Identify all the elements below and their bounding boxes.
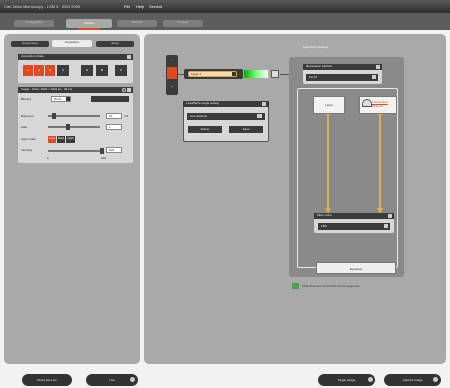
intensity-max: 100 <box>101 156 107 160</box>
settings-icon[interactable] <box>127 88 131 92</box>
detector-icon <box>362 99 372 107</box>
active-tab-indicator <box>78 28 100 30</box>
spectrum-settings-icon[interactable] <box>271 70 279 78</box>
path-up-button[interactable]: − <box>169 58 175 64</box>
preset-dropdown-icon[interactable] <box>257 114 262 118</box>
light-mode-med[interactable]: Med <box>57 136 65 143</box>
gain-slider-track[interactable] <box>48 126 100 128</box>
left-panel <box>4 34 140 364</box>
load-store-title: Load/Store single setting <box>183 101 269 107</box>
menu-service[interactable]: Service <box>149 4 162 9</box>
gain-slider-thumb[interactable] <box>66 124 70 130</box>
intensity-slider-thumb[interactable] <box>100 148 104 154</box>
exposure-field[interactable]: 10 <box>106 113 122 119</box>
note-indicator <box>292 283 299 289</box>
window-title: Carl Zeiss Microscopy - LSM 5 · ZEN 2009 <box>4 4 81 9</box>
light-mode-low[interactable]: Low <box>48 136 56 143</box>
acq-mode-btn-2[interactable]: 2 <box>34 65 44 76</box>
load-store-menu-icon[interactable] <box>262 102 266 106</box>
image-title: Image · Scan: 1024 × 1024 px · 39 ms <box>18 87 133 93</box>
left-tab-experiment[interactable]: Experiment <box>11 41 49 47</box>
light-mode-label: Light mode <box>21 137 36 141</box>
intensity-slider-track[interactable] <box>48 150 100 152</box>
tab-acquire[interactable]: Acquire <box>66 19 112 28</box>
light-mode-high[interactable]: High <box>66 136 75 143</box>
gain-field[interactable]: 1 <box>106 124 122 130</box>
source-dropdown-icon[interactable] <box>232 72 236 76</box>
illumination-dropdown-icon[interactable] <box>372 75 376 79</box>
left-tab-setup[interactable]: Setup <box>96 41 134 47</box>
acq-mode-btn-1[interactable]: 1 <box>23 65 33 76</box>
lamp-button[interactable]: Lamp <box>313 96 345 114</box>
acq-mode-menu-icon[interactable] <box>127 55 131 59</box>
gain-label: Gain <box>21 125 28 129</box>
path-down-button[interactable]: + <box>169 84 175 90</box>
binning-dropdown-icon[interactable] <box>66 97 70 101</box>
acq-mode-btn-c[interactable]: C <box>115 65 127 76</box>
eyepiece-button[interactable]: Eyepiece <box>316 262 396 274</box>
acq-mode-btn-4[interactable]: 4 <box>57 65 69 76</box>
single-image-button[interactable]: Single Image <box>318 374 375 386</box>
filter-select[interactable]: FBS <box>318 223 390 230</box>
acq-mode-btn-a[interactable]: A <box>81 65 93 76</box>
lamp-beam-line <box>327 113 329 216</box>
intensity-field[interactable]: 100 <box>106 147 122 153</box>
path-active-indicator[interactable] <box>167 67 177 79</box>
spectrum-indicator <box>244 70 268 78</box>
load-store-box <box>183 101 269 142</box>
save-button[interactable]: Save <box>229 126 263 133</box>
filter-menu-icon[interactable] <box>388 214 392 218</box>
delete-button[interactable]: Delete <box>188 126 222 133</box>
intensity-label: Intensity <box>21 148 33 152</box>
light-path-title: Light Path Settings <box>303 45 329 49</box>
acq-mode-btn-3[interactable]: 3 <box>45 65 55 76</box>
detector-beam-line <box>379 113 381 216</box>
refresh-icon[interactable] <box>122 88 126 92</box>
view-toolbar[interactable] <box>91 96 129 102</box>
intensity-min: 0 <box>47 156 49 160</box>
acq-mode-btn-b[interactable]: B <box>96 65 108 76</box>
illumination-title: Illumination Method <box>303 64 382 70</box>
menu-file[interactable]: File <box>124 4 130 9</box>
filter-title: Filter Cube <box>314 213 394 219</box>
tab-analysis[interactable]: Analysis <box>163 20 203 27</box>
live-options-icon[interactable] <box>130 377 135 382</box>
preset-select[interactable]: Live Settings <box>187 113 265 120</box>
tab-configuration[interactable]: Configuration <box>14 20 54 27</box>
source-select[interactable]: Laser 1 <box>188 71 237 77</box>
reset-set-live-button[interactable]: Reset Set Live <box>22 374 72 386</box>
exposure-label: Exposure <box>21 114 34 118</box>
acq-mode-title: Acquisition Mode <box>18 54 133 60</box>
tab-process[interactable]: Process <box>117 20 157 27</box>
filter-dropdown-icon[interactable] <box>384 224 388 228</box>
capture-image-options-icon[interactable] <box>433 377 438 382</box>
note-text: Objectives and control the above sequenc… <box>302 284 360 288</box>
light-path-frame <box>297 88 398 268</box>
single-image-options-icon[interactable] <box>368 377 373 382</box>
exposure-slider-thumb[interactable] <box>52 113 56 119</box>
illumination-menu-icon[interactable] <box>376 65 380 69</box>
menu-help[interactable]: Help <box>136 4 144 9</box>
illumination-select[interactable]: FLUO <box>306 74 378 81</box>
detector-label: Transmitted Detector <box>372 100 388 108</box>
binning-label: Binning <box>21 97 32 101</box>
exposure-unit: ms <box>124 114 128 118</box>
left-tab-acquisition[interactable]: Acquisition <box>52 40 92 47</box>
